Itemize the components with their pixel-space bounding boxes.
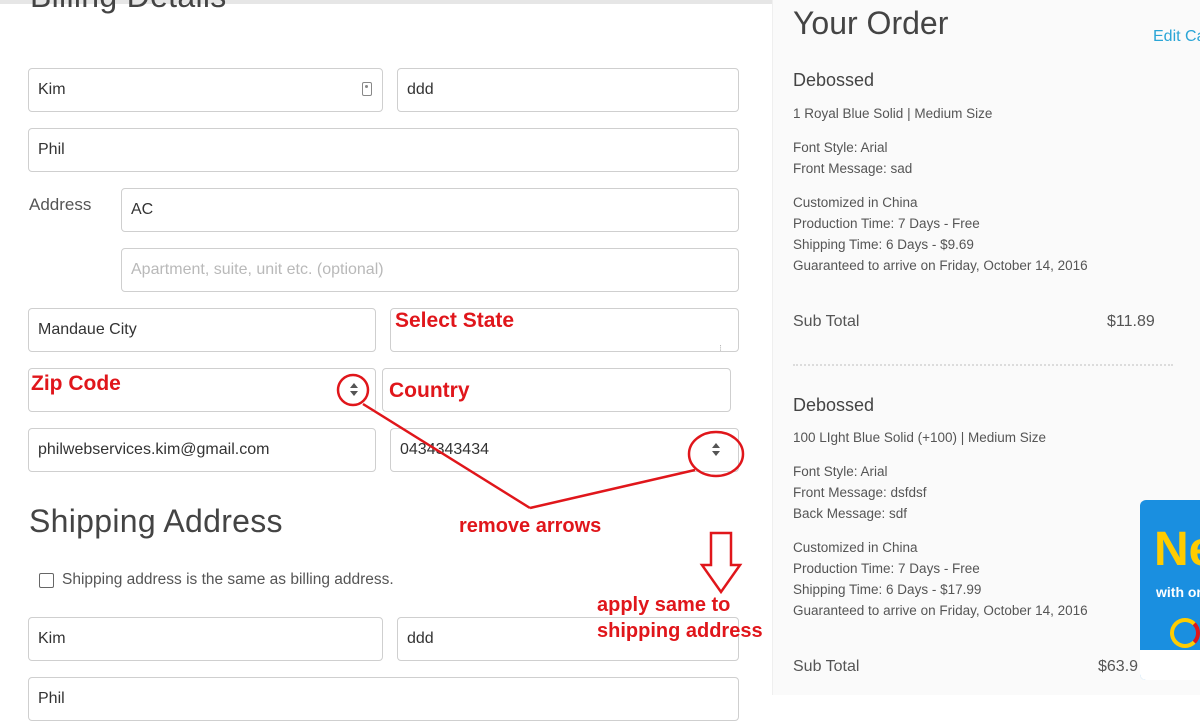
billing-company-input[interactable]: Phil (28, 128, 739, 172)
order-item-customized: Customized in China (793, 540, 918, 555)
shipping-company-input[interactable]: Phil (28, 677, 739, 721)
billing-address1-value: AC (131, 201, 154, 218)
subtotal-label: Sub Total (793, 313, 860, 330)
subtotal-label: Sub Total (793, 658, 860, 675)
item-divider (793, 364, 1173, 366)
order-item-shipping: Shipping Time: 6 Days - $9.69 (793, 237, 974, 252)
shipping-first-name-input[interactable]: Kim (28, 617, 383, 661)
billing-title: Billing Details (30, 0, 227, 15)
same-as-billing-label[interactable]: Shipping address is the same as billing … (62, 571, 394, 589)
edit-cart-link[interactable]: Edit Ca (1153, 28, 1200, 46)
billing-address1-input[interactable]: AC (121, 188, 739, 232)
order-item-front-message: Front Message: dsfdsf (793, 485, 927, 500)
billing-city-value: Mandaue City (38, 321, 137, 338)
billing-address2-placeholder: Apartment, suite, unit etc. (optional) (131, 261, 384, 278)
subtotal-value: $63.9 (1098, 658, 1139, 675)
checkout-form: Billing Details Kim ddd Phil Address AC … (0, 0, 772, 721)
promo-widget[interactable]: Ne with or (1140, 500, 1200, 680)
promo-headline: Ne (1154, 523, 1200, 576)
annotation-select-state: Select State (395, 309, 515, 332)
annotation-apply-same-line2: shipping address (597, 620, 763, 642)
same-as-billing-checkbox[interactable] (39, 573, 54, 588)
order-item-customized: Customized in China (793, 195, 918, 210)
shipping-company-value: Phil (38, 690, 65, 707)
shipping-first-name-value: Kim (38, 630, 66, 647)
billing-city-input[interactable]: Mandaue City (28, 308, 376, 352)
order-item-guarantee: Guaranteed to arrive on Friday, October … (793, 603, 1088, 618)
order-title: Your Order (793, 5, 949, 41)
order-item-variant: 1 Royal Blue Solid | Medium Size (793, 106, 993, 121)
order-item-font-style: Font Style: Arial (793, 464, 888, 479)
annotation-apply-same-line1: apply same to (597, 594, 731, 616)
billing-first-name-value: Kim (38, 81, 66, 98)
billing-phone-value: 0434343434 (400, 441, 489, 458)
billing-first-name-input[interactable]: Kim (28, 68, 383, 112)
order-item-variant: 100 LIght Blue Solid (+100) | Medium Siz… (793, 430, 1047, 445)
order-item-front-message: Front Message: sad (793, 161, 913, 176)
select-handle-icon: ⁝ (719, 343, 722, 352)
billing-phone-input[interactable]: 0434343434 (390, 428, 739, 472)
order-item-back-message: Back Message: sdf (793, 506, 908, 521)
subtotal-value: $11.89 (1107, 313, 1155, 330)
billing-last-name-input[interactable]: ddd (397, 68, 739, 112)
zip-spinner-arrows-icon[interactable] (349, 382, 359, 398)
billing-email-value: philwebservices.kim@gmail.com (38, 441, 270, 458)
annotation-country: Country (389, 379, 470, 402)
annotation-remove-arrows: remove arrows (459, 515, 602, 537)
order-item-production: Production Time: 7 Days - Free (793, 561, 980, 576)
shipping-last-name-value: ddd (407, 630, 434, 647)
order-item-production: Production Time: 7 Days - Free (793, 216, 980, 231)
annotation-zip-code: Zip Code (31, 372, 121, 395)
order-item-name: Debossed (793, 395, 875, 415)
order-item-name: Debossed (793, 70, 875, 90)
shipping-title: Shipping Address (29, 503, 283, 539)
phone-spinner-arrows-icon[interactable] (711, 442, 721, 458)
billing-company-value: Phil (38, 141, 65, 158)
contact-card-icon[interactable] (362, 82, 372, 96)
order-item-font-style: Font Style: Arial (793, 140, 888, 155)
billing-email-input[interactable]: philwebservices.kim@gmail.com (28, 428, 376, 472)
order-item-shipping: Shipping Time: 6 Days - $17.99 (793, 582, 982, 597)
address-label: Address (29, 195, 92, 214)
billing-address2-input[interactable]: Apartment, suite, unit etc. (optional) (121, 248, 739, 292)
promo-footer (1140, 650, 1200, 680)
order-item-guarantee: Guaranteed to arrive on Friday, October … (793, 258, 1088, 273)
order-summary: Your Order Edit Ca Debossed 1 Royal Blue… (772, 0, 1200, 695)
billing-last-name-value: ddd (407, 81, 434, 98)
promo-logo-icon (1170, 618, 1200, 648)
promo-subtext: with or (1156, 584, 1200, 600)
